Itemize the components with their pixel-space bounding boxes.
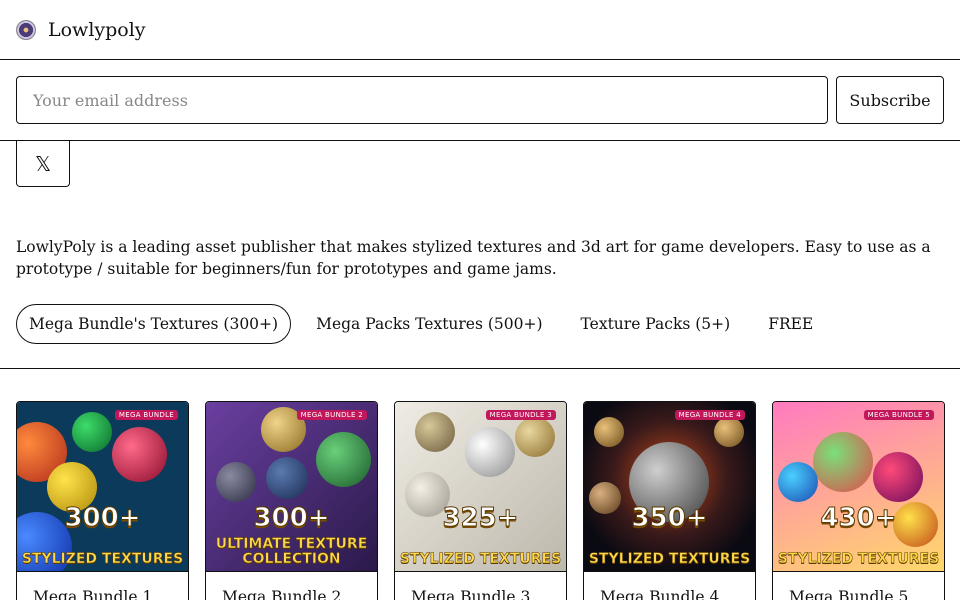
x-icon: 𝕏 [34, 151, 52, 176]
product-count: 300+ [64, 503, 141, 534]
brand-name[interactable]: Lowlypoly [48, 19, 146, 41]
product-card[interactable]: MEGA BUNDLE 4 350+ STYLIZED TEXTURES Meg… [583, 401, 756, 600]
product-card[interactable]: MEGA BUNDLE 5 430+ STYLIZED TEXTURES Meg… [772, 401, 945, 600]
top-bar: Lowlypoly [0, 0, 960, 60]
product-thumbnail[interactable]: MEGA BUNDLE 3 325+ STYLIZED TEXTURES [395, 402, 566, 572]
logo-icon[interactable] [16, 19, 36, 40]
product-subtitle: STYLIZED TEXTURES [777, 551, 940, 567]
email-field[interactable] [16, 76, 828, 124]
product-badge: MEGA BUNDLE 2 [296, 410, 367, 420]
product-card[interactable]: MEGA BUNDLE 3 325+ STYLIZED TEXTURES Meg… [394, 401, 567, 600]
product-title[interactable]: Mega Bundle 3 [395, 572, 566, 600]
tab-free[interactable]: FREE [755, 304, 826, 344]
product-thumbnail[interactable]: MEGA BUNDLE 4 350+ STYLIZED TEXTURES [584, 402, 755, 572]
social-links: 𝕏 [0, 141, 960, 188]
product-subtitle: STYLIZED TEXTURES [21, 551, 184, 567]
tab-mega-packs[interactable]: Mega Packs Textures (500+) [303, 304, 555, 344]
product-thumbnail[interactable]: MEGA BUNDLE 5 430+ STYLIZED TEXTURES [773, 402, 944, 572]
product-card[interactable]: MEGA BUNDLE 2 300+ ULTIMATE TEXTURE COLL… [205, 401, 378, 600]
product-title[interactable]: Mega Bundle 1 [17, 572, 188, 600]
product-grid: MEGA BUNDLE 300+ STYLIZED TEXTURES Mega … [0, 369, 960, 600]
product-subtitle: STYLIZED TEXTURES [399, 551, 562, 567]
product-title[interactable]: Mega Bundle 4 [584, 572, 755, 600]
product-thumbnail[interactable]: MEGA BUNDLE 2 300+ ULTIMATE TEXTURE COLL… [206, 402, 377, 572]
product-badge: MEGA BUNDLE 3 [485, 410, 556, 420]
tab-texture-packs[interactable]: Texture Packs (5+) [568, 304, 744, 344]
product-badge: MEGA BUNDLE 5 [863, 410, 934, 420]
product-title[interactable]: Mega Bundle 2 [206, 572, 377, 600]
category-tabs: Mega Bundle's Textures (300+) Mega Packs… [0, 280, 960, 352]
product-count: 300+ [253, 503, 330, 534]
x-social-button[interactable]: 𝕏 [16, 141, 70, 187]
product-title[interactable]: Mega Bundle 5 [773, 572, 944, 600]
product-count: 430+ [820, 503, 897, 534]
product-count: 325+ [442, 503, 519, 534]
publisher-description: LowlyPoly is a leading asset publisher t… [16, 238, 931, 278]
product-card[interactable]: MEGA BUNDLE 300+ STYLIZED TEXTURES Mega … [16, 401, 189, 600]
tab-mega-bundles[interactable]: Mega Bundle's Textures (300+) [16, 304, 292, 344]
product-count: 350+ [631, 503, 708, 534]
product-badge: MEGA BUNDLE [114, 410, 178, 420]
subscribe-button[interactable]: Subscribe [836, 76, 944, 124]
product-subtitle: STYLIZED TEXTURES [588, 551, 751, 567]
product-subtitle: ULTIMATE TEXTURE COLLECTION [215, 536, 368, 567]
product-thumbnail[interactable]: MEGA BUNDLE 300+ STYLIZED TEXTURES [17, 402, 188, 572]
product-badge: MEGA BUNDLE 4 [674, 410, 745, 420]
subscribe-form: Subscribe [0, 60, 960, 141]
